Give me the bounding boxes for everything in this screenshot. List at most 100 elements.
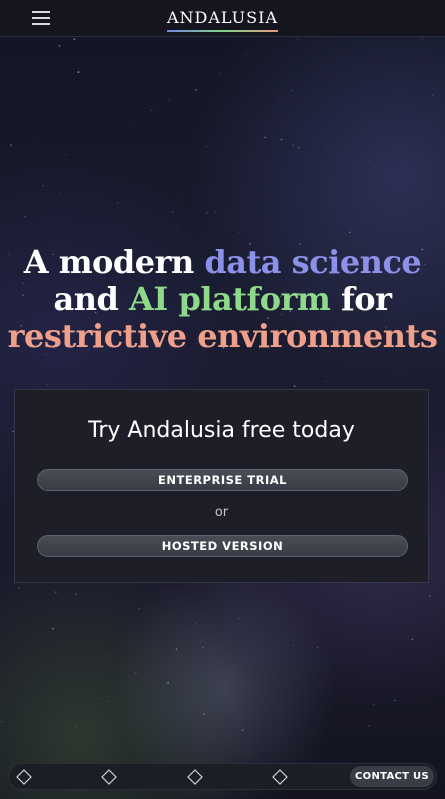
- star-dot: [176, 235, 178, 236]
- star-dot: [0, 721, 3, 723]
- star-dot: [203, 712, 205, 715]
- star-dot: [176, 225, 178, 228]
- star-dot: [277, 96, 279, 98]
- star-dot: [264, 136, 266, 139]
- logo[interactable]: ANDALUSIA: [0, 8, 445, 32]
- headline-line-1: A modern data science: [23, 243, 422, 281]
- star-dot: [313, 46, 314, 48]
- star-dot: [10, 144, 12, 146]
- star-dot: [106, 700, 108, 702]
- star-dot: [205, 145, 207, 148]
- star-dot: [130, 735, 132, 737]
- star-dot: [175, 648, 178, 650]
- star-dot: [172, 211, 174, 213]
- star-dot: [206, 212, 208, 214]
- star-dot: [130, 123, 131, 124]
- star-dot: [65, 153, 67, 155]
- star-dot: [348, 231, 351, 234]
- hero-headline: A modern data science and AI platform fo…: [0, 244, 445, 355]
- bottom-nav-bar: CONTACT US: [8, 763, 437, 790]
- star-dot: [5, 208, 7, 210]
- contact-us-button[interactable]: CONTACT US: [350, 766, 434, 787]
- star-dot: [194, 88, 197, 91]
- star-dot: [422, 37, 424, 39]
- or-separator: or: [214, 505, 229, 520]
- star-dot: [351, 132, 353, 134]
- star-dot: [238, 231, 240, 233]
- star-dot: [54, 591, 57, 594]
- diamond-icon[interactable]: [101, 769, 117, 785]
- star-dot: [435, 40, 437, 41]
- star-dot: [77, 71, 80, 74]
- star-dot: [36, 137, 37, 139]
- star-dot: [168, 99, 170, 101]
- star-dot: [105, 655, 107, 657]
- star-dot: [246, 53, 248, 55]
- star-dot: [47, 383, 49, 386]
- star-dot: [293, 385, 296, 388]
- star-dot: [411, 638, 414, 641]
- star-dot: [202, 646, 204, 649]
- star-dot: [199, 641, 201, 643]
- star-dot: [112, 368, 114, 370]
- star-dot: [325, 148, 327, 150]
- star-dot: [280, 138, 283, 141]
- star-dot: [42, 184, 44, 187]
- star-dot: [241, 729, 244, 731]
- star-dot: [234, 696, 236, 698]
- diamond-icon[interactable]: [16, 769, 32, 785]
- trial-card: Try Andalusia free today ENTERPRISE TRIA…: [14, 389, 429, 583]
- headline-line-2: and AI platform for: [53, 280, 392, 318]
- star-dot: [298, 146, 300, 149]
- star-dot: [316, 646, 318, 649]
- star-dot: [293, 645, 295, 647]
- headline-accent-ai-platform: AI platform: [129, 280, 331, 318]
- star-dot: [434, 725, 436, 727]
- star-dot: [394, 700, 396, 702]
- star-dot: [100, 697, 102, 699]
- star-dot: [159, 211, 161, 213]
- trial-card-title: Try Andalusia free today: [88, 418, 355, 443]
- star-dot: [135, 671, 137, 674]
- star-dot: [275, 106, 277, 107]
- headline-accent-restrictive: restrictive environments: [7, 317, 438, 355]
- star-dot: [167, 681, 169, 684]
- hosted-version-button[interactable]: HOSTED VERSION: [37, 535, 408, 557]
- star-dot: [109, 374, 111, 376]
- star-dot: [59, 193, 62, 195]
- star-dot: [24, 216, 26, 218]
- star-dot: [431, 94, 434, 96]
- star-dot: [194, 623, 196, 625]
- star-dot: [238, 617, 240, 620]
- star-dot: [31, 149, 32, 151]
- diamond-icon[interactable]: [187, 769, 203, 785]
- star-dot: [74, 62, 76, 64]
- star-dot: [146, 55, 148, 57]
- star-dot: [33, 653, 35, 655]
- star-dot: [219, 72, 221, 74]
- headline-line-3: restrictive environments: [0, 318, 445, 355]
- star-dot: [118, 706, 119, 707]
- logo-text[interactable]: ANDALUSIA: [166, 8, 279, 32]
- star-dot: [291, 89, 294, 92]
- star-dot: [75, 726, 77, 728]
- star-dot: [138, 608, 140, 610]
- star-dot: [325, 381, 327, 382]
- star-dot: [428, 595, 431, 598]
- star-dot: [215, 211, 217, 213]
- headline-accent-data-science: data science: [204, 243, 422, 281]
- star-dot: [368, 161, 371, 163]
- star-dot: [430, 661, 432, 663]
- star-dot: [292, 648, 294, 650]
- star-dot: [0, 377, 1, 379]
- star-dot: [373, 704, 375, 706]
- star-dot: [52, 627, 54, 630]
- star-dot: [290, 42, 292, 43]
- star-dot: [367, 725, 370, 727]
- top-header: ANDALUSIA: [0, 0, 445, 37]
- star-dot: [73, 38, 76, 40]
- star-dot: [58, 45, 61, 47]
- diamond-icon[interactable]: [272, 769, 288, 785]
- enterprise-trial-button[interactable]: ENTERPRISE TRIAL: [37, 469, 408, 491]
- star-dot: [179, 192, 181, 194]
